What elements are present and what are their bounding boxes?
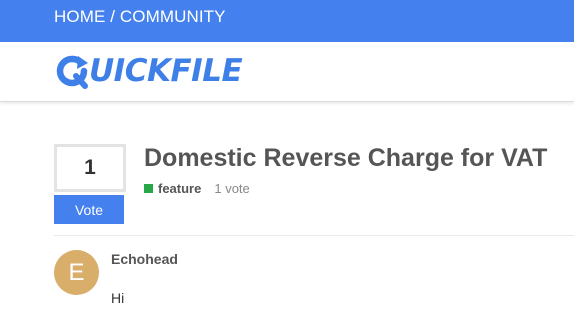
logo-wordmark: UICKFILE <box>89 53 243 89</box>
quickfile-logo[interactable]: UICKFILE <box>54 51 243 91</box>
post-author-name[interactable]: Echohead <box>111 251 178 267</box>
topic-meta: feature 1 vote <box>144 181 250 196</box>
vote-count-box: 1 <box>54 144 126 192</box>
category-color-square <box>144 184 153 193</box>
divider <box>54 235 574 236</box>
category-link[interactable]: feature <box>158 181 201 196</box>
avatar[interactable]: E <box>54 250 99 295</box>
vote-button[interactable]: Vote <box>54 195 124 224</box>
site-header: UICKFILE <box>0 42 574 102</box>
post-body-text: Hi <box>111 290 125 306</box>
breadcrumb[interactable]: HOME / COMMUNITY <box>54 7 226 27</box>
topic-title: Domestic Reverse Charge for VAT <box>144 144 548 172</box>
logo-q-refresh-icon <box>54 53 90 89</box>
vote-count-label: 1 vote <box>214 181 250 196</box>
top-nav-bar: HOME / COMMUNITY <box>0 0 574 42</box>
